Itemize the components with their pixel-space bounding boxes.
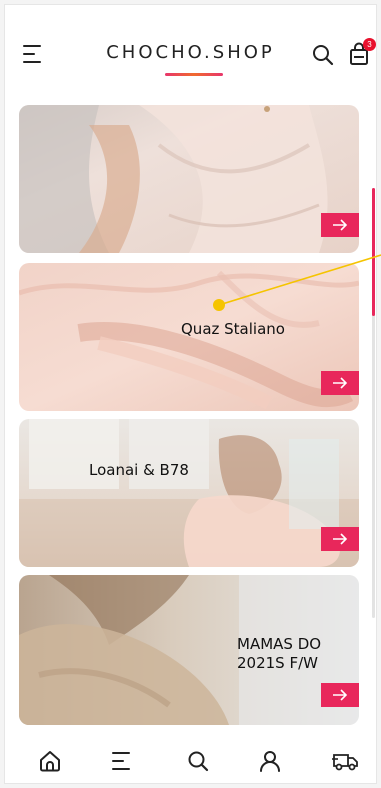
product-card-3[interactable]: Loanai & B78 [19, 419, 359, 567]
card-3-image [19, 419, 359, 567]
product-card-4[interactable]: MAMAS DO 2021S F/W [19, 575, 359, 725]
arrow-right-icon[interactable] [321, 527, 359, 551]
product-card-1[interactable] [19, 105, 359, 253]
scrollbar-thumb[interactable] [372, 188, 375, 316]
header: CHOCHO.SHOP 3 [5, 5, 376, 93]
card-4-label-line1: MAMAS DO [237, 635, 322, 653]
search-icon[interactable] [311, 43, 335, 67]
arrow-right-icon[interactable] [321, 371, 359, 395]
card-1-image [19, 105, 359, 253]
app-screen: CHOCHO.SHOP 3 Quaz Staliano Loanai & B78… [4, 4, 377, 784]
search-icon[interactable] [185, 748, 211, 774]
delivery-truck-icon[interactable] [331, 748, 361, 774]
brand-underline [165, 73, 223, 76]
product-card-2[interactable]: Quaz Staliano [19, 263, 359, 411]
menu-icon[interactable] [109, 748, 135, 774]
bottom-nav [5, 730, 376, 783]
card-2-label: Quaz Staliano [181, 320, 285, 338]
cart-count-badge: 3 [363, 38, 376, 51]
shopping-bag-icon[interactable]: 3 [348, 38, 376, 68]
arrow-right-icon[interactable] [321, 213, 359, 237]
home-icon[interactable] [37, 748, 63, 774]
card-3-label: Loanai & B78 [89, 461, 189, 479]
card-4-label-line2: 2021S F/W [237, 654, 318, 672]
card-4-label: MAMAS DO 2021S F/W [237, 635, 321, 673]
arrow-right-icon[interactable] [321, 683, 359, 707]
user-icon[interactable] [257, 748, 283, 774]
